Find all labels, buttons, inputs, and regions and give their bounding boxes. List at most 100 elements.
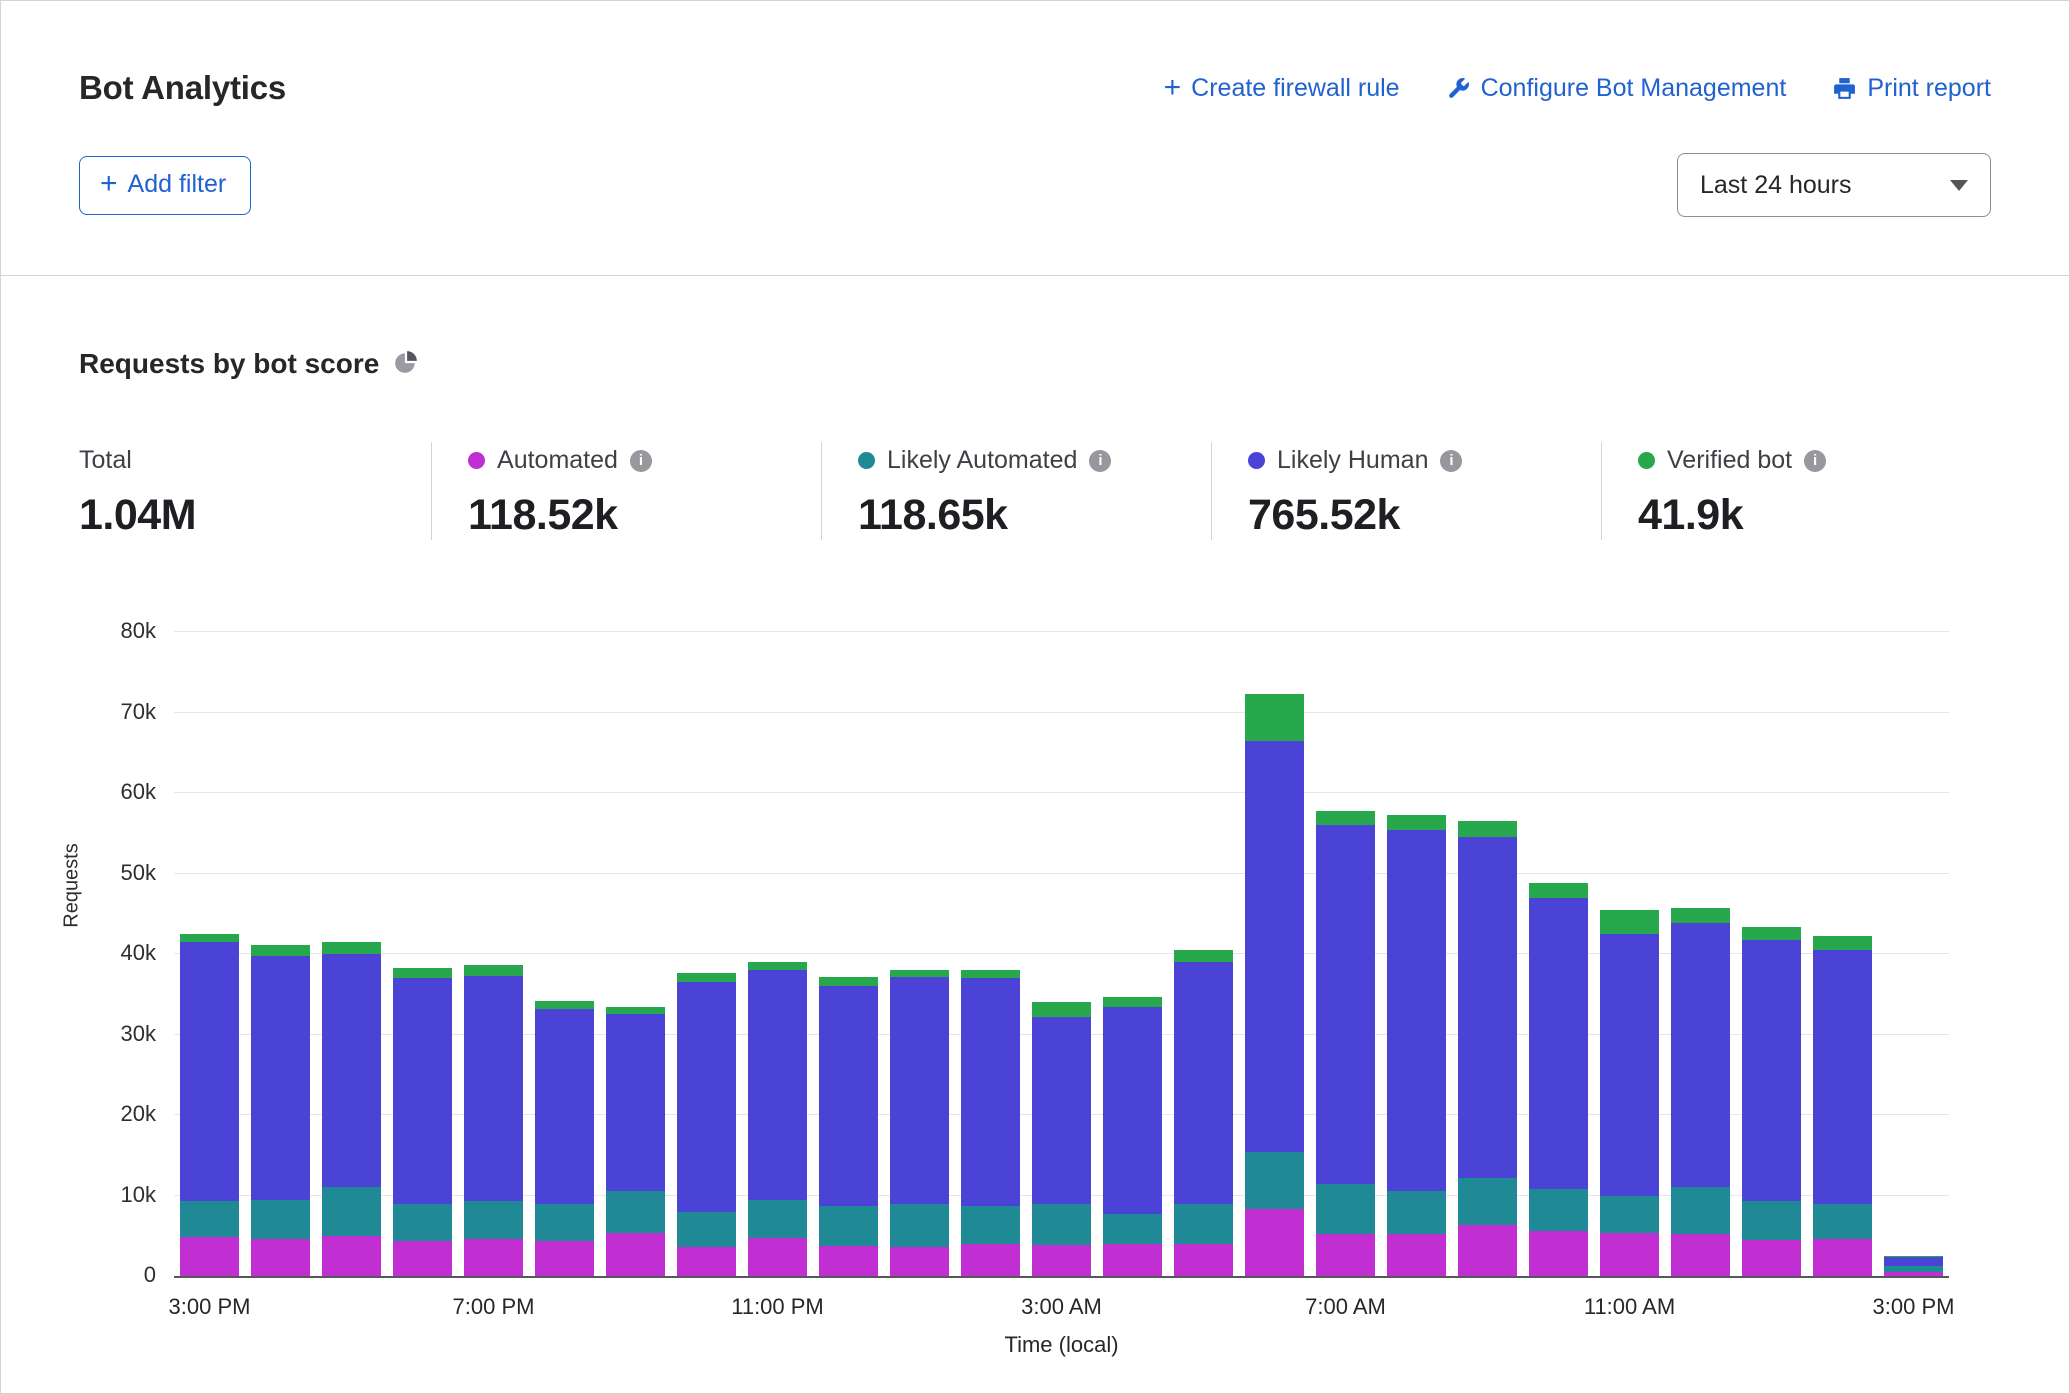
stat-automated: Automated 118.52k: [431, 442, 821, 540]
configure-bot-management-label: Configure Bot Management: [1481, 74, 1787, 103]
bar: [1097, 632, 1168, 1276]
bar-segment: [677, 973, 735, 983]
section-title: Requests by bot score: [79, 348, 379, 380]
print-report-link[interactable]: Print report: [1832, 74, 1991, 103]
bar-segment: [1032, 1002, 1090, 1016]
stat-label: Automated: [497, 446, 618, 475]
bar-segment: [1174, 950, 1232, 962]
likely-human-dot: [1248, 452, 1265, 469]
bar-segment: [1245, 1152, 1303, 1209]
bar: [245, 632, 316, 1276]
stat-label: Likely Automated: [887, 446, 1077, 475]
bar-segment: [1671, 923, 1729, 1187]
bar-segment: [322, 1187, 380, 1235]
bar-segment: [393, 978, 451, 1203]
stat-verified-bot: Verified bot 41.9k: [1601, 442, 1991, 540]
y-tick-label: 20k: [68, 1101, 156, 1127]
chevron-down-icon: [1950, 180, 1968, 191]
bar-segment: [890, 1247, 948, 1276]
bars: [174, 632, 1949, 1276]
bar-segment: [1742, 940, 1800, 1201]
bar: [529, 632, 600, 1276]
bar: [600, 632, 671, 1276]
x-tick-label: 7:00 PM: [453, 1294, 535, 1320]
bar: [1807, 632, 1878, 1276]
bar: [174, 632, 245, 1276]
y-tick-label: 10k: [68, 1182, 156, 1208]
info-icon[interactable]: [630, 450, 652, 472]
bar: [1736, 632, 1807, 1276]
bar-segment: [180, 934, 238, 942]
create-firewall-rule-link[interactable]: Create firewall rule: [1164, 73, 1400, 103]
automated-dot: [468, 452, 485, 469]
bar-segment: [1174, 962, 1232, 1204]
bar-segment: [961, 970, 1019, 978]
bar-segment: [748, 962, 806, 970]
bar-segment: [961, 1206, 1019, 1244]
bar-segment: [464, 1239, 522, 1276]
bar: [1239, 632, 1310, 1276]
bar-segment: [1529, 1189, 1587, 1231]
bar-segment: [251, 1239, 309, 1276]
bar-segment: [535, 1009, 593, 1204]
bar-segment: [819, 1246, 877, 1276]
bar-segment: [1600, 1233, 1658, 1276]
bar-segment: [535, 1001, 593, 1009]
bar: [1168, 632, 1239, 1276]
requests-by-bot-score-section: Requests by bot score Total 1.04M Automa…: [1, 348, 2069, 1358]
time-range-select[interactable]: Last 24 hours: [1677, 153, 1991, 217]
bar-segment: [464, 976, 522, 1201]
x-tick-label: 7:00 AM: [1305, 1294, 1386, 1320]
bot-analytics-page: Bot Analytics Create firewall rule Confi…: [0, 0, 2070, 1394]
bar: [387, 632, 458, 1276]
bar-segment: [1103, 1007, 1161, 1214]
bar-segment: [535, 1241, 593, 1276]
bar-segment: [1813, 936, 1871, 950]
x-tick-label: 11:00 AM: [1584, 1294, 1675, 1320]
bar-segment: [1529, 883, 1587, 897]
bar-segment: [890, 1204, 948, 1247]
bar-segment: [393, 968, 451, 978]
bar: [1452, 632, 1523, 1276]
info-icon[interactable]: [1440, 450, 1462, 472]
configure-bot-management-link[interactable]: Configure Bot Management: [1446, 74, 1787, 103]
bar-segment: [251, 945, 309, 956]
bar-segment: [1742, 1201, 1800, 1240]
printer-icon: [1832, 76, 1857, 101]
bar-segment: [1884, 1272, 1942, 1276]
bar: [1026, 632, 1097, 1276]
add-filter-button[interactable]: Add filter: [79, 156, 251, 215]
bar-segment: [1529, 1231, 1587, 1276]
bar-segment: [1103, 997, 1161, 1007]
bar: [813, 632, 884, 1276]
bar-segment: [606, 1007, 664, 1014]
x-tick-label: 3:00 PM: [1873, 1294, 1955, 1320]
bar-segment: [819, 1206, 877, 1246]
bar: [316, 632, 387, 1276]
info-icon[interactable]: [1804, 450, 1826, 472]
x-tick-label: 3:00 PM: [169, 1294, 251, 1320]
bar-segment: [1387, 1234, 1445, 1276]
bar-segment: [819, 986, 877, 1206]
bar-segment: [1458, 837, 1516, 1178]
bar-segment: [1813, 1239, 1871, 1276]
bar-segment: [1032, 1245, 1090, 1276]
stat-label: Likely Human: [1277, 446, 1428, 475]
bar-segment: [606, 1233, 664, 1276]
stat-value: 41.9k: [1638, 491, 1991, 540]
bar-segment: [1245, 1209, 1303, 1276]
info-icon[interactable]: [1089, 450, 1111, 472]
bar-segment: [1600, 934, 1658, 1196]
bar-segment: [1884, 1257, 1942, 1267]
bar-segment: [748, 1200, 806, 1238]
y-axis-title: Requests: [61, 806, 84, 966]
y-tick-label: 0: [68, 1262, 156, 1288]
print-report-label: Print report: [1867, 74, 1991, 103]
likely-automated-dot: [858, 452, 875, 469]
bar-segment: [251, 956, 309, 1199]
bar-segment: [1813, 950, 1871, 1204]
bar-segment: [1316, 825, 1374, 1184]
bar-segment: [1103, 1244, 1161, 1276]
bar-segment: [1600, 910, 1658, 934]
bar-segment: [1387, 1191, 1445, 1234]
